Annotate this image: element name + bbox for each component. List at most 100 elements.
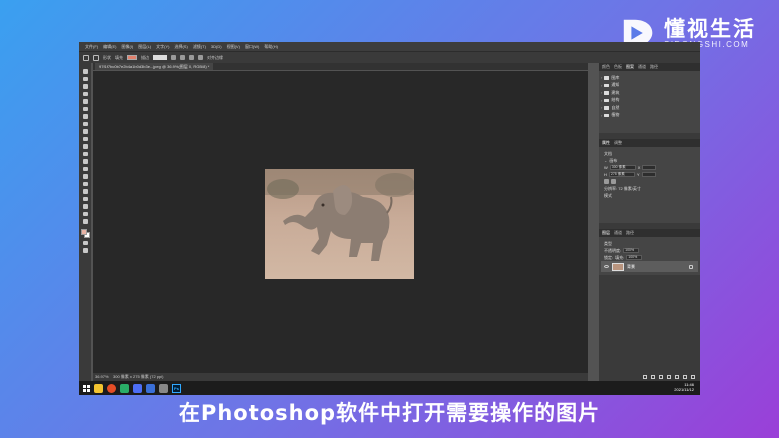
wechat-icon[interactable] bbox=[120, 383, 129, 393]
home-icon[interactable] bbox=[83, 54, 89, 61]
pattern-group[interactable]: › 通知 bbox=[601, 82, 698, 90]
quick-mask-icon[interactable] bbox=[82, 240, 88, 245]
frame-tool-icon[interactable] bbox=[82, 106, 88, 111]
app-icon[interactable] bbox=[133, 383, 142, 393]
chevron-right-icon: › bbox=[601, 90, 603, 96]
pen-tool-icon[interactable] bbox=[93, 54, 99, 61]
canvas-area[interactable] bbox=[93, 71, 588, 373]
trash-icon[interactable] bbox=[691, 375, 695, 379]
shape-tool-icon[interactable] bbox=[82, 204, 88, 209]
menu-image[interactable]: 图像(I) bbox=[121, 44, 133, 50]
width-input[interactable]: 300 像素 bbox=[609, 165, 636, 170]
props-section-canvas[interactable]: ⌄ 画布 bbox=[601, 157, 698, 164]
link-layers-icon[interactable] bbox=[643, 375, 647, 379]
tab-paths-2[interactable]: 路径 bbox=[626, 230, 634, 236]
document-tab[interactable]: 97f1f7bc0b7e2b4a1b0d3b3e...jpeg @ 36.9%(… bbox=[95, 63, 214, 70]
color-swatches[interactable] bbox=[80, 228, 90, 238]
pattern-group[interactable]: › 图库 bbox=[601, 74, 698, 82]
foreground-color-swatch[interactable] bbox=[80, 228, 87, 235]
gear-icon[interactable] bbox=[198, 55, 203, 60]
zoom-level[interactable]: 36.97% bbox=[95, 374, 109, 379]
pattern-group[interactable]: › 植物 bbox=[601, 112, 698, 120]
mode-row: 模式 bbox=[601, 192, 698, 199]
menu-edit[interactable]: 编辑(E) bbox=[103, 44, 116, 50]
brush-tool-icon[interactable] bbox=[82, 129, 88, 134]
pattern-group[interactable]: › 自然 bbox=[601, 104, 698, 112]
eyedropper-tool-icon[interactable] bbox=[82, 114, 88, 119]
y-label: Y bbox=[636, 172, 640, 177]
tab-adjustments[interactable]: 调整 bbox=[614, 140, 622, 146]
browser-icon[interactable] bbox=[107, 383, 116, 393]
tab-color[interactable]: 颜色 bbox=[602, 64, 610, 70]
tab-layers[interactable]: 图层 bbox=[602, 230, 610, 236]
menu-select[interactable]: 选择(S) bbox=[174, 44, 187, 50]
file-explorer-icon[interactable] bbox=[94, 383, 103, 393]
photoshop-taskbar-icon[interactable]: Ps bbox=[172, 383, 181, 393]
opacity-input[interactable]: 100% bbox=[623, 248, 640, 253]
tab-channels-2[interactable]: 通道 bbox=[614, 230, 622, 236]
windows-start-icon[interactable] bbox=[83, 384, 90, 392]
height-input[interactable]: 275 像素 bbox=[608, 172, 635, 177]
layer-filter-label[interactable]: 类型 bbox=[604, 241, 612, 247]
menu-3d[interactable]: 3D(D) bbox=[211, 44, 222, 49]
zoom-tool-icon[interactable] bbox=[82, 219, 88, 224]
blur-tool-icon[interactable] bbox=[82, 166, 88, 171]
crop-tool-icon[interactable] bbox=[82, 99, 88, 104]
dodge-tool-icon[interactable] bbox=[82, 174, 88, 179]
menu-filter[interactable]: 滤镜(T) bbox=[193, 44, 206, 50]
pen-tool-icon[interactable] bbox=[82, 181, 88, 186]
screen-mode-icon[interactable] bbox=[82, 248, 88, 253]
hand-tool-icon[interactable] bbox=[82, 211, 88, 216]
align-edges-label[interactable]: 对齐边缘 bbox=[207, 55, 223, 61]
eye-icon[interactable] bbox=[604, 265, 609, 268]
path-select-tool-icon[interactable] bbox=[82, 196, 88, 201]
history-brush-tool-icon[interactable] bbox=[82, 144, 88, 149]
gradient-tool-icon[interactable] bbox=[82, 159, 88, 164]
menu-help[interactable]: 帮助(H) bbox=[264, 44, 278, 50]
tab-patterns[interactable]: 图案 bbox=[626, 64, 634, 70]
healing-brush-tool-icon[interactable] bbox=[82, 121, 88, 126]
quick-select-tool-icon[interactable] bbox=[82, 91, 88, 96]
stroke-width-field[interactable] bbox=[153, 55, 167, 60]
pattern-group[interactable]: › 建筑 bbox=[601, 89, 698, 97]
path-ops-icon[interactable] bbox=[171, 55, 176, 60]
clock-date: 2021/11/12 bbox=[674, 387, 694, 392]
tab-swatches[interactable]: 色板 bbox=[614, 64, 622, 70]
marquee-tool-icon[interactable] bbox=[82, 76, 88, 81]
landscape-icon[interactable] bbox=[611, 179, 616, 184]
y-input[interactable] bbox=[641, 172, 656, 177]
pattern-group[interactable]: › 结构 bbox=[601, 97, 698, 105]
shape-mode-label[interactable]: 形状 bbox=[103, 55, 111, 61]
tab-paths[interactable]: 路径 bbox=[650, 64, 658, 70]
type-tool-icon[interactable] bbox=[82, 189, 88, 194]
layer-row-background[interactable]: 背景 bbox=[601, 261, 698, 272]
tab-properties[interactable]: 属性 bbox=[602, 140, 610, 146]
menu-window[interactable]: 窗口(W) bbox=[245, 44, 259, 50]
new-layer-icon[interactable] bbox=[683, 375, 687, 379]
fill-input[interactable]: 100% bbox=[626, 255, 643, 260]
canvas-section-label: 画布 bbox=[609, 157, 618, 163]
x-input[interactable] bbox=[642, 165, 657, 170]
path-arrange-icon[interactable] bbox=[189, 55, 194, 60]
mask-icon[interactable] bbox=[659, 375, 663, 379]
menu-view[interactable]: 视图(V) bbox=[227, 44, 240, 50]
menu-file[interactable]: 文件(F) bbox=[85, 44, 98, 50]
eraser-tool-icon[interactable] bbox=[82, 151, 88, 156]
clone-stamp-tool-icon[interactable] bbox=[82, 136, 88, 141]
system-clock[interactable]: 11:46 2021/11/12 bbox=[674, 382, 694, 392]
app-icon[interactable] bbox=[159, 383, 168, 393]
portrait-icon[interactable] bbox=[604, 179, 609, 184]
adjustment-layer-icon[interactable] bbox=[667, 375, 671, 379]
elephant-image[interactable] bbox=[265, 169, 414, 279]
orientation-row bbox=[601, 178, 698, 185]
new-group-icon[interactable] bbox=[675, 375, 679, 379]
lasso-tool-icon[interactable] bbox=[82, 84, 88, 89]
menu-layer[interactable]: 图层(L) bbox=[138, 44, 151, 50]
menu-type[interactable]: 文字(Y) bbox=[156, 44, 169, 50]
fill-color-swatch[interactable] bbox=[127, 55, 137, 60]
tab-channels[interactable]: 通道 bbox=[638, 64, 646, 70]
path-align-icon[interactable] bbox=[180, 55, 185, 60]
move-tool-icon[interactable] bbox=[82, 69, 88, 74]
fx-icon[interactable] bbox=[651, 375, 655, 379]
app-icon[interactable] bbox=[146, 383, 155, 393]
